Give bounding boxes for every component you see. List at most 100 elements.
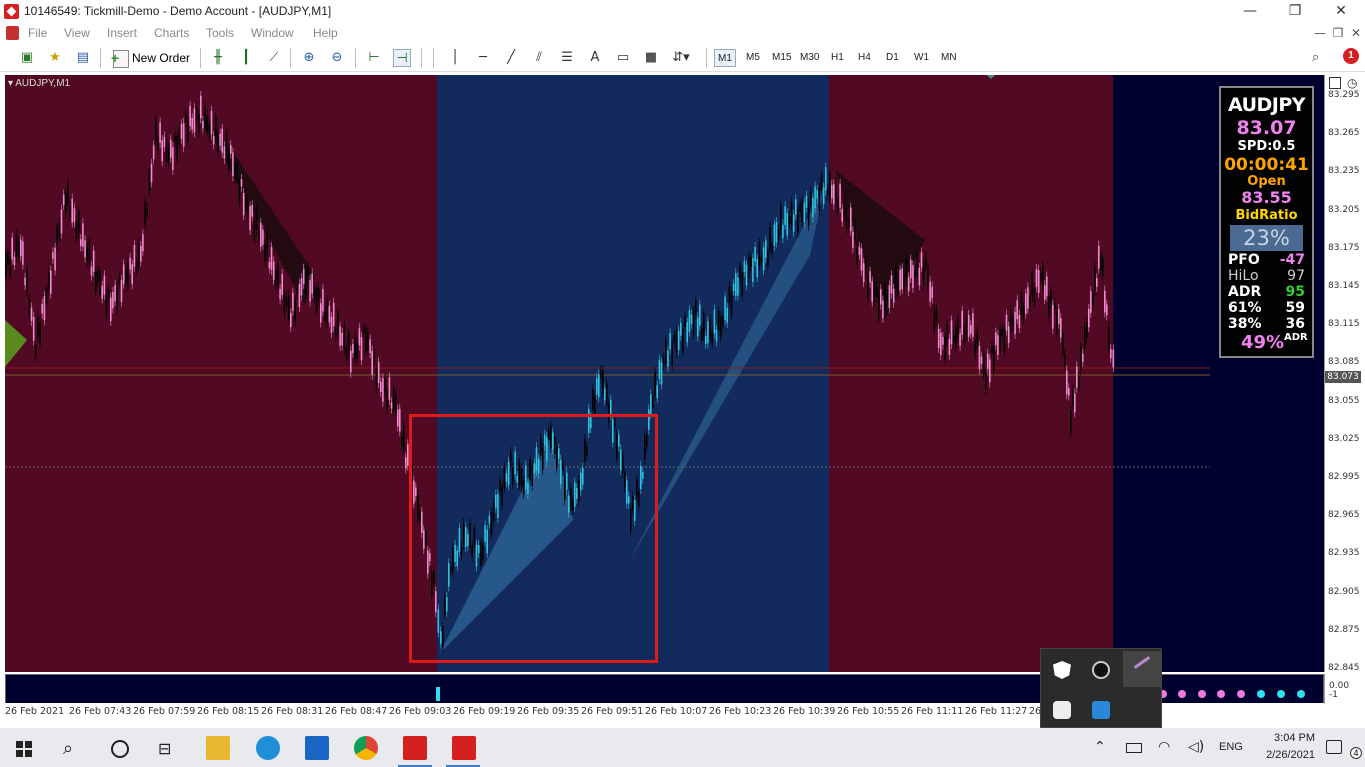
chart-window-restore-icon[interactable] <box>1329 77 1341 89</box>
info-row-label: HiLo <box>1228 268 1259 284</box>
menu-window[interactable]: Window <box>251 26 294 40</box>
menu-view[interactable]: View <box>64 26 90 40</box>
line-chart-icon[interactable]: ⟋ <box>265 49 283 67</box>
chrome-icon[interactable] <box>354 736 378 760</box>
price-tick: 82.995 <box>1328 472 1360 482</box>
text-tool-icon[interactable]: A <box>586 49 604 67</box>
app-tray-icon[interactable] <box>1092 661 1110 679</box>
search-icon[interactable]: ⌕ <box>1312 49 1319 65</box>
timeframe-h4[interactable]: H4 <box>855 49 874 67</box>
candlestick-icon[interactable]: ┃ <box>237 49 255 67</box>
clock-date[interactable]: 2/26/2021 <box>1255 749 1315 761</box>
cortana-icon[interactable] <box>111 740 129 758</box>
windows-start-icon[interactable] <box>16 741 32 757</box>
wifi-icon[interactable]: ◠ <box>1158 739 1170 755</box>
indicator-dot <box>1178 690 1186 698</box>
timeframe-mn[interactable]: MN <box>938 49 960 67</box>
rectangle-icon[interactable]: ■ <box>642 49 660 67</box>
menu-help[interactable]: Help <box>313 26 338 40</box>
menu-charts[interactable]: Charts <box>154 26 189 40</box>
timeframe-m15[interactable]: M15 <box>769 49 794 67</box>
time-tick: 26 Feb 10:55 <box>837 706 900 717</box>
info-row-label: 61% <box>1228 300 1262 316</box>
app-logo-icon[interactable] <box>4 4 19 19</box>
price-tick: 82.845 <box>1328 663 1360 673</box>
language-indicator[interactable]: ENG <box>1219 741 1243 753</box>
chart-document-icon[interactable] <box>6 26 19 40</box>
search-taskbar-icon[interactable]: ⌕ <box>63 738 73 759</box>
mail-icon[interactable] <box>305 736 329 760</box>
info-row-label: 38% <box>1228 316 1262 332</box>
vertical-line-icon[interactable]: │ <box>446 49 464 67</box>
zoom-out-icon[interactable]: ⊖ <box>328 49 346 67</box>
feather-icon <box>1133 656 1151 669</box>
text-label-icon[interactable]: ▭ <box>614 49 632 67</box>
menu-bar: File View Insert Charts Tools Window Hel… <box>0 23 1365 44</box>
info-row-value: -47 <box>1279 252 1305 268</box>
price-tick: 83.145 <box>1328 281 1360 291</box>
chart-symbol-label: ▾ AUDJPY,M1 <box>8 78 71 89</box>
volume-icon[interactable]: ◁) <box>1188 739 1204 755</box>
fibonacci-icon[interactable]: ☰ <box>558 49 576 67</box>
profiles-icon[interactable]: ★ <box>46 49 64 67</box>
indicator-dot <box>1217 690 1225 698</box>
battery-icon[interactable] <box>1126 743 1142 753</box>
timeframe-m30[interactable]: M30 <box>797 49 822 67</box>
mdi-restore-button[interactable]: ❐ <box>1330 25 1346 41</box>
timeframe-h1[interactable]: H1 <box>828 49 847 67</box>
info-open-value: 83.55 <box>1241 188 1292 207</box>
onedrive-icon[interactable] <box>1092 701 1110 719</box>
chart-shift-icon[interactable]: ⊣ <box>393 49 411 67</box>
clock-time[interactable]: 3:04 PM <box>1255 732 1315 744</box>
close-button[interactable]: ✕ <box>1318 0 1364 23</box>
security-shield-icon[interactable] <box>1053 661 1071 679</box>
price-tick: 83.025 <box>1328 433 1360 444</box>
mdi-close-button[interactable]: ✕ <box>1348 25 1364 41</box>
info-row-label: PFO <box>1228 252 1260 268</box>
file-explorer-icon[interactable] <box>206 736 230 760</box>
selected-tray-slot[interactable] <box>1123 651 1161 687</box>
timeframe-w1[interactable]: W1 <box>911 49 932 67</box>
time-tick: 26 Feb 07:59 <box>133 706 196 717</box>
timeframe-d1[interactable]: D1 <box>883 49 902 67</box>
menu-insert[interactable]: Insert <box>107 26 137 40</box>
timeframe-m1[interactable]: M1 <box>714 49 736 67</box>
info-row-value: 59 <box>1285 300 1305 316</box>
time-tick: 26 Feb 2021 <box>5 706 65 717</box>
price-tick: 83.085 <box>1328 357 1360 368</box>
channel-icon[interactable]: ⫽ <box>530 49 548 67</box>
price-tick: 82.965 <box>1328 510 1360 521</box>
minimize-button[interactable]: — <box>1227 0 1273 23</box>
info-open-label: Open <box>1247 174 1286 189</box>
new-order-button[interactable]: New Order <box>110 47 194 69</box>
mdi-minimize-button[interactable]: — <box>1312 25 1328 41</box>
info-row-value: 97 <box>1287 268 1305 284</box>
zoom-in-icon[interactable]: ⊕ <box>300 49 318 67</box>
edge-icon[interactable] <box>256 736 280 760</box>
trading-app-icon[interactable] <box>403 736 427 760</box>
time-tick: 26 Feb 08:31 <box>261 706 324 717</box>
discord-icon[interactable] <box>1053 701 1071 719</box>
indicator-dot <box>1257 690 1265 698</box>
trading-app-icon-2[interactable] <box>452 736 476 760</box>
show-hidden-icons-icon[interactable]: ⌃ <box>1094 739 1106 755</box>
menu-tools[interactable]: Tools <box>206 26 234 40</box>
timeframe-m5[interactable]: M5 <box>743 49 763 67</box>
action-center-icon[interactable] <box>1326 740 1342 754</box>
arrows-dropdown-icon[interactable]: ⇵▾ <box>672 49 690 67</box>
time-tick: 26 Feb 11:11 <box>901 706 964 717</box>
market-watch-icon[interactable]: ▤ <box>74 49 92 67</box>
trendline-icon[interactable]: ╱ <box>502 49 520 67</box>
info-symbol: AUDJPY <box>1227 94 1306 116</box>
horizontal-line-icon[interactable]: ─ <box>474 49 492 67</box>
chart-canvas[interactable] <box>5 75 1324 672</box>
maximize-button[interactable]: ❐ <box>1272 0 1318 23</box>
bar-chart-icon[interactable]: ╫ <box>209 49 227 67</box>
new-chart-icon[interactable]: ▣ <box>18 49 36 67</box>
task-view-icon[interactable]: ⊟ <box>158 739 171 758</box>
menu-file[interactable]: File <box>28 26 47 40</box>
price-tick: 83.205 <box>1328 204 1360 215</box>
notification-badge[interactable]: 1 <box>1343 48 1359 64</box>
indicator-dot <box>1277 690 1285 698</box>
auto-scroll-icon[interactable]: ⊢ <box>365 49 383 67</box>
